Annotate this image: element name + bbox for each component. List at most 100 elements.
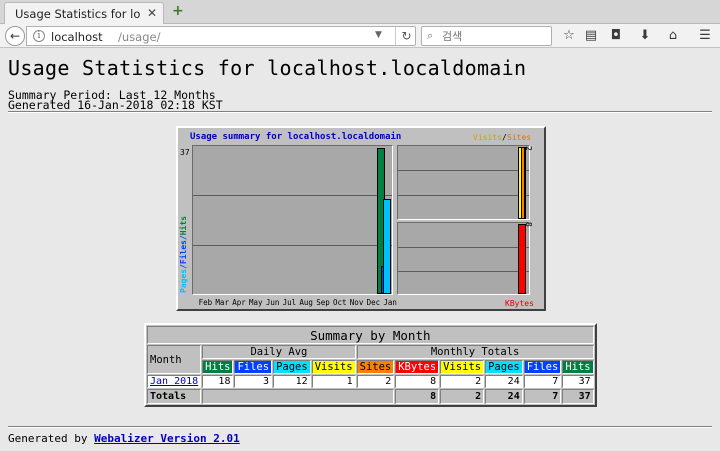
bookmark-star-icon[interactable]: ☆ <box>560 27 578 45</box>
tab-usage-statistics[interactable]: Usage Statistics for loc ✕ <box>4 2 164 24</box>
daily-avg-header: Daily Avg <box>202 345 356 359</box>
gridline <box>193 195 392 196</box>
new-tab-icon[interactable]: + <box>172 3 184 19</box>
x-tick-label: Feb <box>198 298 213 307</box>
x-tick-label: May <box>249 298 263 307</box>
table-cell: 8 <box>395 375 440 388</box>
total-visits: 2 <box>440 389 485 404</box>
gridline <box>398 271 529 272</box>
plot-visits-sites <box>397 145 530 220</box>
column-header-kbytes: KBytes <box>395 360 440 374</box>
table-cell: 3 <box>234 375 273 388</box>
footer-prefix: Generated by <box>8 432 95 445</box>
month-link[interactable]: Jan 2018 <box>150 376 198 387</box>
back-arrow-icon[interactable]: ← <box>5 26 25 46</box>
usage-summary-chart: Usage summary for localhost.localdomain … <box>176 126 546 311</box>
chevron-down-icon[interactable]: ▼ <box>375 30 382 40</box>
search-icon: ⌕ <box>427 29 434 42</box>
month-header: Month <box>147 345 202 374</box>
reading-list-icon[interactable]: ▤ <box>582 27 600 45</box>
x-tick-label: Apr <box>232 298 246 307</box>
info-icon[interactable]: i <box>33 30 45 42</box>
total-files: 7 <box>523 389 562 404</box>
x-tick-label: Aug <box>299 298 313 307</box>
monthly-totals-header: Monthly Totals <box>356 345 594 359</box>
totals-label: Totals <box>147 389 202 404</box>
column-header-sites: Sites <box>356 360 395 374</box>
download-icon[interactable]: ⬇ <box>636 27 654 45</box>
total-kbytes: 8 <box>395 389 440 404</box>
column-header-files: Files <box>234 360 273 374</box>
totals-row: Totals 8 2 24 7 37 <box>147 389 594 404</box>
total-hits: 37 <box>562 389 594 404</box>
generated-date: Generated 16-Jan-2018 02:18 KST <box>8 98 223 112</box>
x-tick-label: Oct <box>333 298 347 307</box>
y-max-kbytes: 8 <box>524 222 533 227</box>
reload-icon[interactable]: ↻ <box>395 27 417 45</box>
bar-sites <box>521 147 525 219</box>
plot-kbytes <box>397 222 530 295</box>
total-pages: 24 <box>485 389 523 404</box>
search-input[interactable] <box>442 28 547 44</box>
chart-title: Usage summary for localhost.localdomain <box>190 132 402 142</box>
plot-hits-files-pages <box>192 145 393 295</box>
month-cell: Jan 2018 <box>147 375 202 388</box>
gridline <box>398 247 529 248</box>
column-header-hits: Hits <box>562 360 594 374</box>
tab-title: Usage Statistics for loc <box>15 7 140 21</box>
search-bar[interactable]: ⌕ <box>421 26 552 46</box>
x-axis-labels: Feb Mar Apr May Jun Jul Aug Sep Oct Nov Dec Jan <box>197 298 397 307</box>
x-tick-label: Nov <box>349 298 364 307</box>
page-content: Usage Statistics for localhost.localdoma… <box>0 49 720 451</box>
table-cell: 18 <box>202 375 234 388</box>
y-label-hits: Hits <box>179 215 188 236</box>
navigation-bar: ← i localhost /usage/ ▼ ↻ ⌕ ☆ ▤ ◘ ⬇ ⌂ ☰ <box>0 24 720 48</box>
table-cell: 1 <box>311 375 356 388</box>
footer: Generated by Webalizer Version 2.01 <box>8 432 240 445</box>
menu-icon[interactable]: ☰ <box>696 27 714 45</box>
webalizer-link[interactable]: Webalizer Version 2.01 <box>94 432 240 445</box>
home-icon[interactable]: ⌂ <box>664 27 682 45</box>
column-header-pages: Pages <box>273 360 311 374</box>
legend-sites: Sites <box>507 133 532 142</box>
column-header-visits: Visits <box>311 360 356 374</box>
kbytes-label: KBytes <box>505 299 534 308</box>
gridline <box>398 170 529 171</box>
column-header-row: Hits Files Pages Visits Sites KBytes Visits Pag… <box>147 360 594 374</box>
y-label-pages: Pages <box>179 268 188 293</box>
table-caption: Summary by Month <box>147 326 594 344</box>
url-bar[interactable]: i localhost /usage/ ▼ ↻ <box>26 26 416 46</box>
bar-pages <box>383 199 391 294</box>
close-icon[interactable]: ✕ <box>147 6 157 20</box>
x-tick-label: Mar <box>215 298 229 307</box>
page-title: Usage Statistics for localhost.localdoma… <box>8 56 527 80</box>
url-host: localhost <box>51 30 103 44</box>
url-path: /usage/ <box>118 30 161 44</box>
table-row: Jan 2018 18 3 12 1 2 8 2 24 7 37 <box>147 375 594 388</box>
legend-visits: Visits <box>473 133 502 142</box>
column-header-pages: Pages <box>485 360 523 374</box>
table-cell: 2 <box>440 375 485 388</box>
column-header-files: Files <box>523 360 562 374</box>
y-max-main: 37 <box>180 148 190 157</box>
table-body: Jan 2018 18 3 12 1 2 8 2 24 7 37 <box>147 375 594 388</box>
x-tick-label: Sep <box>316 298 330 307</box>
divider <box>8 426 712 428</box>
x-tick-label: Jul <box>282 298 297 307</box>
table-cell: 7 <box>523 375 562 388</box>
y-label-files: /Files/ <box>179 235 188 269</box>
summary-by-month-table: Summary by Month Month Daily Avg Monthly… <box>144 323 597 407</box>
column-header-hits: Hits <box>202 360 234 374</box>
bar-kbytes <box>518 224 526 294</box>
divider <box>8 111 712 113</box>
gridline <box>193 245 392 246</box>
table-cell: 24 <box>485 375 523 388</box>
x-tick-label: Jan <box>383 298 397 307</box>
column-header-visits: Visits <box>440 360 485 374</box>
tab-bar: Usage Statistics for loc ✕ + <box>0 0 720 24</box>
x-tick-label: Dec <box>366 298 381 307</box>
totals-spacer <box>202 389 395 404</box>
y-max-visits-sites: 2 <box>524 146 533 151</box>
pocket-icon[interactable]: ◘ <box>607 27 625 45</box>
table-cell: 37 <box>562 375 594 388</box>
